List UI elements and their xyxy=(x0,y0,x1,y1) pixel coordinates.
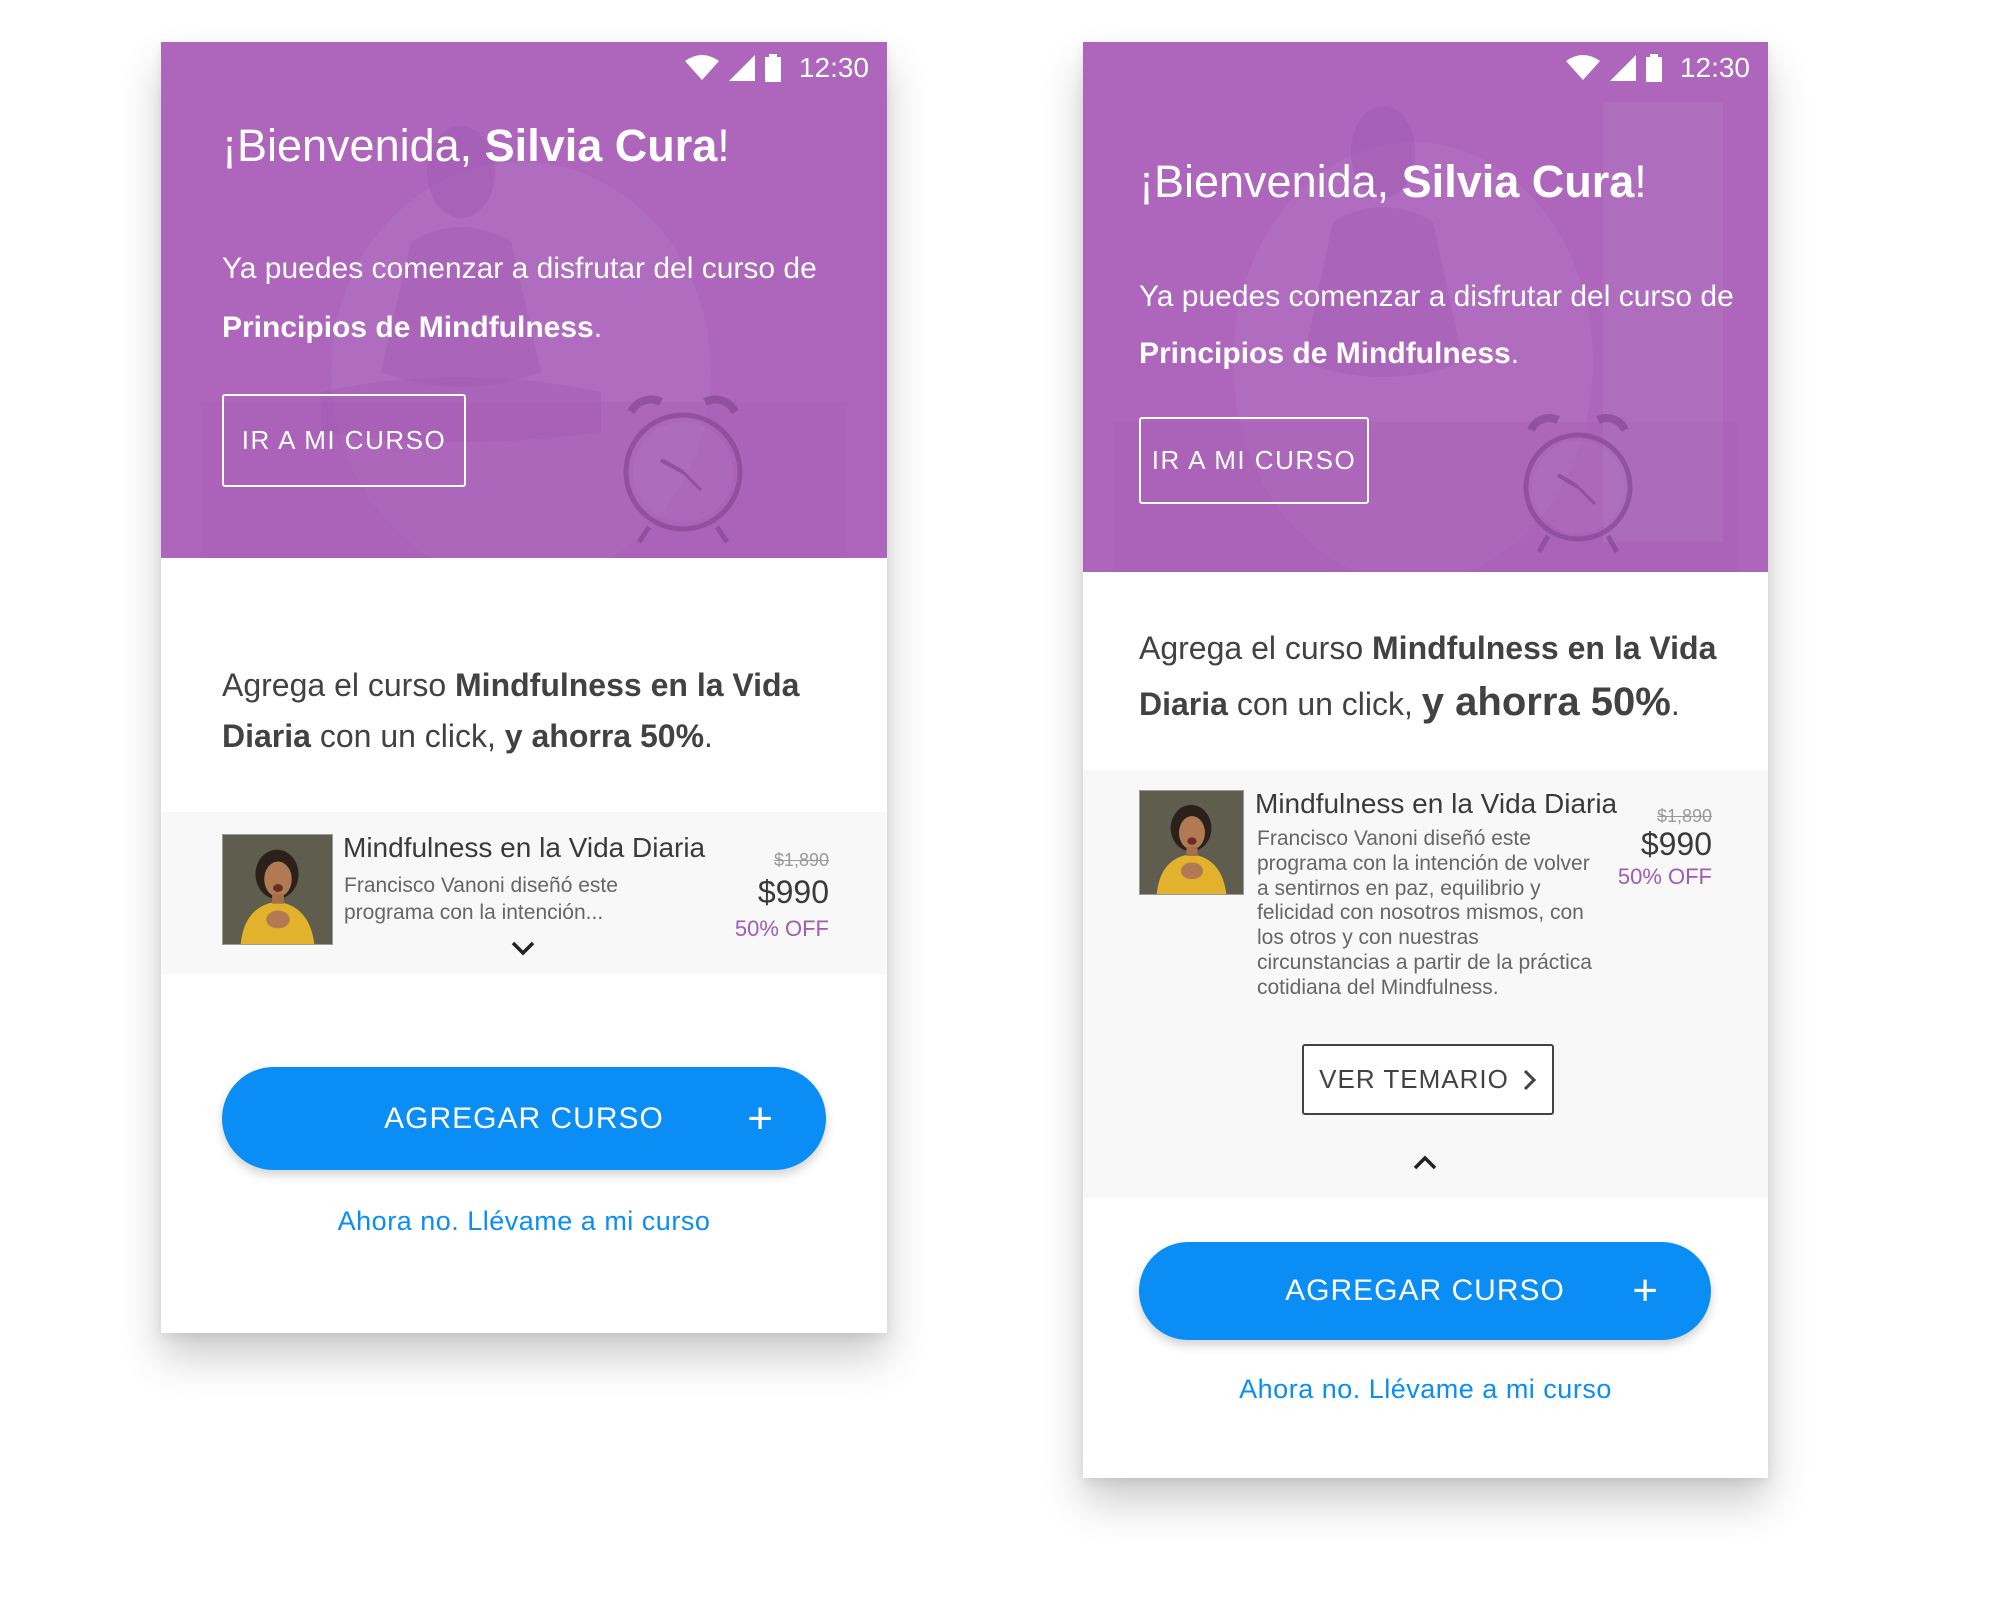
enrolled-course-name: Principios de Mindfulness xyxy=(222,310,594,344)
original-price: $1,890 xyxy=(1656,806,1712,826)
signal-icon xyxy=(728,55,755,81)
welcome-hero: 12:30 ¡Bienvenida, Silvia Cura! Ya puede… xyxy=(1083,42,1768,572)
go-to-my-course-button[interactable]: IR A MI CURSO xyxy=(1139,417,1369,504)
phone-screen-expanded: 12:30 ¡Bienvenida, Silvia Cura! Ya puede… xyxy=(1083,42,1768,1478)
course-title: Mindfulness en la Vida Diaria xyxy=(343,832,706,863)
plus-icon: + xyxy=(747,1093,774,1143)
chevron-up-icon[interactable] xyxy=(1410,1153,1440,1173)
welcome-heading: ¡Bienvenida, Silvia Cura! xyxy=(1139,156,1647,207)
welcome-heading: ¡Bienvenida, Silvia Cura! xyxy=(222,120,730,171)
course-card-expanded: Mindfulness en la Vida Diaria Francisco … xyxy=(1083,770,1768,1198)
add-course-button[interactable]: AGREGAR CURSO + xyxy=(222,1067,826,1170)
status-bar: 12:30 xyxy=(1565,52,1750,84)
course-thumbnail xyxy=(1139,790,1244,895)
add-course-label: AGREGAR CURSO xyxy=(1285,1274,1565,1307)
user-name: Silvia Cura xyxy=(1401,156,1635,207)
original-price: $1,890 xyxy=(773,850,829,870)
status-time: 12:30 xyxy=(798,52,869,83)
discounted-price: $990 xyxy=(757,874,829,910)
chevron-down-icon[interactable] xyxy=(508,938,538,958)
wifi-icon xyxy=(684,55,719,80)
status-bar: 12:30 xyxy=(684,52,869,84)
battery-icon xyxy=(1645,54,1662,82)
status-time: 12:30 xyxy=(1679,52,1750,83)
course-description: Francisco Vanoni diseñó este programa co… xyxy=(1257,827,1592,999)
plus-icon: + xyxy=(1632,1266,1659,1315)
signal-icon xyxy=(1609,55,1636,81)
upsell-offer-text: Agrega el curso Mindfulness en la Vida D… xyxy=(222,667,800,755)
welcome-message: Ya puedes comenzar a disfrutar del curso… xyxy=(1139,280,1734,370)
welcome-hero: 12:30 ¡Bienvenida, Silvia Cura! Ya puede… xyxy=(161,42,887,558)
course-thumbnail xyxy=(222,834,333,945)
add-course-button[interactable]: AGREGAR CURSO + xyxy=(1139,1242,1711,1340)
welcome-message: Ya puedes comenzar a disfrutar del curso… xyxy=(222,252,817,344)
enrolled-course-name: Principios de Mindfulness xyxy=(1139,337,1511,370)
skip-offer-link[interactable]: Ahora no. Llévame a mi curso xyxy=(161,1206,887,1237)
view-syllabus-button[interactable]: VER TEMARIO xyxy=(1302,1044,1554,1115)
upsell-offer-text: Agrega el curso Mindfulness en la Vida D… xyxy=(1139,630,1717,724)
add-course-label: AGREGAR CURSO xyxy=(384,1101,664,1135)
user-name: Silvia Cura xyxy=(484,120,718,171)
course-card[interactable]: Mindfulness en la Vida Diaria Francisco … xyxy=(161,812,887,974)
view-syllabus-label: VER TEMARIO xyxy=(1319,1064,1509,1094)
go-to-my-course-button[interactable]: IR A MI CURSO xyxy=(222,394,466,487)
wifi-icon xyxy=(1565,55,1600,80)
battery-icon xyxy=(764,54,781,82)
discount-badge: 50% OFF xyxy=(734,916,829,941)
discounted-price: $990 xyxy=(1640,826,1712,862)
skip-offer-link[interactable]: Ahora no. Llévame a mi curso xyxy=(1083,1374,1768,1405)
course-title: Mindfulness en la Vida Diaria xyxy=(1255,788,1618,819)
chevron-right-icon xyxy=(1523,1069,1536,1090)
discount-badge: 50% OFF xyxy=(1617,864,1712,889)
course-description: Francisco Vanoni diseñó este programa co… xyxy=(344,874,618,925)
phone-screen-collapsed: 12:30 ¡Bienvenida, Silvia Cura! Ya puede… xyxy=(161,42,887,1333)
